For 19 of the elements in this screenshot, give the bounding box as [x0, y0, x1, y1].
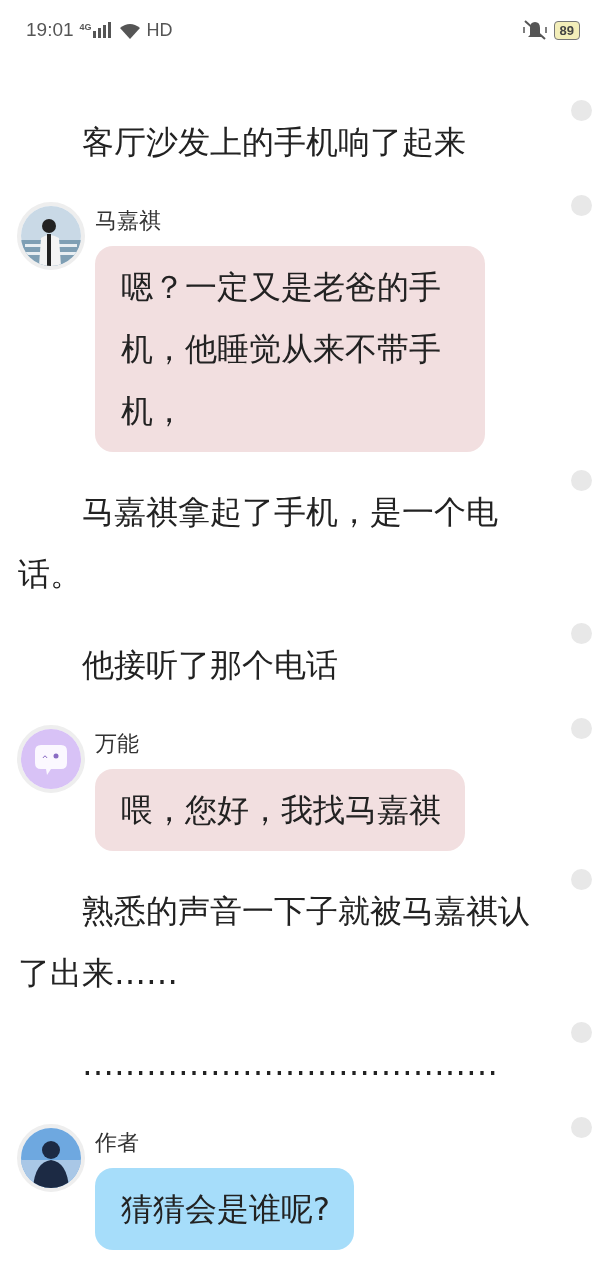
speaker-name: 作者: [95, 1129, 139, 1157]
message-bubble: 嗯？一定又是老爸的手机，他睡觉从来不带手机，: [95, 246, 485, 452]
narration-text: …………………………………: [81, 1044, 499, 1085]
message-bubble: 喂，您好，我找马嘉祺: [95, 769, 465, 851]
signal-icon: [92, 22, 113, 38]
chat-bubble-icon: [21, 729, 81, 789]
speaker-name: 马嘉祺: [95, 207, 161, 235]
mute-icon: [521, 19, 548, 41]
battery-level: 89: [553, 20, 580, 40]
hd-label: HD: [146, 19, 173, 41]
message-bubble: 猜猜会是谁呢?: [95, 1168, 354, 1250]
narration-text: 他接听了那个电话: [81, 645, 339, 686]
wifi-icon: [118, 21, 141, 39]
status-time: 19:01: [26, 19, 74, 41]
speaker-name: 万能: [95, 730, 139, 758]
narration-text: 客厅沙发上的手机响了起来: [81, 122, 467, 163]
network-type: 4G: [79, 22, 92, 32]
narration-text: 马嘉祺拿起了手机，是一个电话。: [18, 492, 499, 595]
narration-text: 熟悉的声音一下子就被马嘉祺认了出来……: [18, 891, 531, 994]
